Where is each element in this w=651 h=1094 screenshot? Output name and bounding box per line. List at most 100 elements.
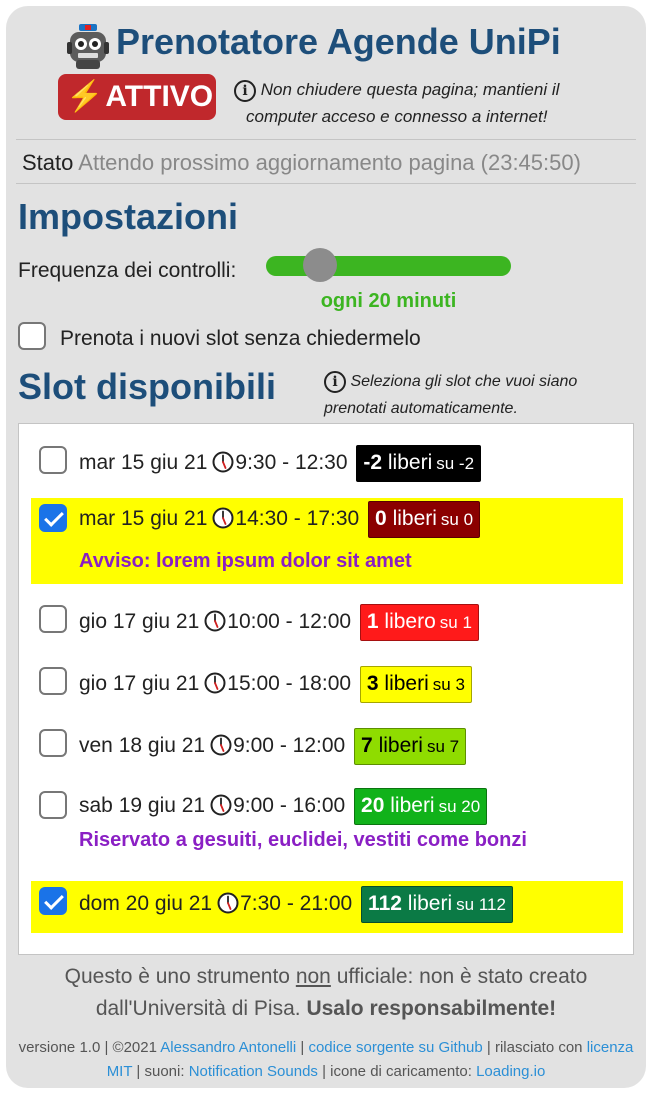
slot-date: mar 15 giu 21 (79, 451, 208, 475)
slot-info: dom 20 giu 21 7:30 - 21:00 112 liberi su 1… (79, 886, 513, 923)
divider (16, 183, 636, 184)
robot-icon (67, 24, 109, 69)
slot-date: ven 18 giu 21 (79, 734, 206, 758)
slot-time: 7:30 - 21:00 (240, 892, 353, 916)
clock-icon (210, 734, 232, 756)
slot-time: 14:30 - 17:30 (235, 507, 360, 531)
auto-book-label: Prenota i nuovi slot senza chiedermelo (60, 327, 421, 350)
frequency-slider[interactable] (266, 248, 511, 282)
status-label: ATTIVO (105, 80, 214, 113)
free-count: 3 (366, 672, 379, 695)
slot-time: 9:30 - 12:30 (235, 451, 348, 475)
warning-line-1: Non chiudere questa pagina; mantieni il (260, 80, 560, 99)
slots-hint-line-1: Seleziona gli slot che vuoi siano (350, 373, 578, 390)
total-count: su 7 (426, 737, 460, 756)
free-word: liberi (384, 672, 429, 695)
slot-info: gio 17 giu 21 10:00 - 12:00 1 libero su 1 (79, 604, 479, 641)
slot-date: mar 15 giu 21 (79, 507, 208, 531)
availability-badge: 20 liberi su 20 (354, 788, 488, 825)
slots-hint-line-2: prenotati automaticamente. (324, 400, 518, 417)
availability-badge: 112 liberi su 112 (361, 886, 513, 923)
free-count: -2 (363, 451, 383, 474)
free-word: liberi (378, 734, 423, 757)
app-header: Prenotatore Agende UniPi (6, 20, 646, 69)
loading-io-link[interactable]: Loading.io (476, 1063, 545, 1080)
slider-thumb[interactable] (302, 248, 337, 282)
slot-checkbox[interactable] (39, 791, 67, 819)
source-code-link[interactable]: codice sorgente su Github (308, 1039, 482, 1056)
free-count: 112 (368, 892, 402, 915)
slot-info: mar 15 giu 21 9:30 - 12:30 -2 liberi su -2 (79, 445, 482, 482)
slot-time: 9:00 - 16:00 (233, 794, 346, 818)
slot-row[interactable]: mar 15 giu 21 9:30 - 12:30 -2 liberi su -2 (31, 440, 623, 484)
auto-book-checkbox[interactable] (18, 322, 46, 350)
slot-time: 9:00 - 12:00 (233, 734, 346, 758)
warning-line-2: computer acceso e connesso a internet! (246, 107, 548, 126)
availability-badge: 1 libero su 1 (359, 604, 479, 641)
frequency-label: Frequenza dei controlli: (18, 259, 237, 282)
clock-icon (212, 507, 234, 529)
disclaimer-emphasis: non (295, 965, 331, 988)
lightning-icon: ⚡ (66, 80, 104, 113)
slot-checkbox[interactable] (39, 605, 67, 633)
footer: versione 1.0 | ©2021 Alessandro Antonell… (16, 1036, 636, 1084)
slot-checkbox[interactable] (39, 504, 67, 532)
availability-badge: 3 liberi su 3 (359, 666, 472, 703)
slot-date: dom 20 giu 21 (79, 892, 213, 916)
footer-version: versione 1.0 | ©2021 (18, 1039, 161, 1056)
clock-icon (204, 610, 226, 632)
slot-note: Riservato a gesuiti, euclidei, vestiti c… (79, 829, 527, 851)
total-count: su 0 (440, 510, 474, 529)
app-title: Prenotatore Agende UniPi (116, 21, 561, 62)
free-word: liberi (390, 794, 435, 817)
availability-badge: -2 liberi su -2 (356, 445, 482, 482)
slots-title: Slot disponibili (18, 366, 276, 407)
slot-row[interactable]: mar 15 giu 21 14:30 - 17:30 0 liberi su 0 A… (31, 498, 623, 584)
free-word: liberi (392, 507, 437, 530)
free-word: liberi (387, 451, 433, 474)
clock-icon (217, 892, 239, 914)
info-icon: i (234, 79, 256, 102)
clock-icon (210, 794, 232, 816)
keep-open-warning: i Non chiudere questa pagina; mantieni i… (234, 76, 594, 130)
slot-time: 15:00 - 18:00 (227, 672, 352, 696)
slot-checkbox[interactable] (39, 729, 67, 757)
slot-checkbox[interactable] (39, 887, 67, 915)
free-count: 1 (366, 610, 379, 633)
slots-hint: i Seleziona gli slot che vuoi siano pren… (324, 368, 634, 422)
sounds-link[interactable]: Notification Sounds (189, 1063, 318, 1080)
slot-info: gio 17 giu 21 15:00 - 18:00 3 liberi su 3 (79, 666, 472, 703)
slot-row[interactable]: gio 17 giu 21 15:00 - 18:00 3 liberi su 3 (31, 661, 623, 705)
slot-info: ven 18 giu 21 9:00 - 12:00 7 liberi su 7 (79, 728, 467, 765)
slot-checkbox[interactable] (39, 446, 67, 474)
footer-text: | suoni: (132, 1063, 189, 1080)
slot-date: sab 19 giu 21 (79, 794, 206, 818)
app-card: Prenotatore Agende UniPi ⚡ATTIVO i Non c… (6, 6, 646, 1088)
free-count: 20 (361, 794, 385, 817)
total-count: su 1 (439, 613, 472, 632)
author-link[interactable]: Alessandro Antonelli (160, 1039, 296, 1056)
total-count: su -2 (436, 454, 475, 473)
free-count: 7 (361, 734, 373, 757)
total-count: su 20 (438, 797, 481, 816)
slot-date: gio 17 giu 21 (79, 672, 200, 696)
free-word: libero (384, 610, 436, 633)
total-count: su 3 (432, 675, 465, 694)
slot-info: sab 19 giu 21 9:00 - 16:00 20 liberi su 20 (79, 788, 488, 825)
slot-date: gio 17 giu 21 (79, 610, 200, 634)
status-row: Stato Attendo prossimo aggiornamento pag… (22, 148, 581, 178)
slot-row[interactable]: ven 18 giu 21 9:00 - 12:00 7 liberi su 7 (31, 723, 623, 767)
free-count: 0 (375, 507, 387, 530)
disclaimer-text: Questo è uno strumento (64, 965, 296, 988)
slot-info: mar 15 giu 21 14:30 - 17:30 0 liberi su 0 (79, 501, 481, 538)
slot-row[interactable]: gio 17 giu 21 10:00 - 12:00 1 libero su 1 (31, 599, 623, 643)
slot-row[interactable]: dom 20 giu 21 7:30 - 21:00 112 liberi su 1… (31, 881, 623, 933)
status-row-label: Stato (22, 150, 74, 175)
slot-note: Avviso: lorem ipsum dolor sit amet (79, 550, 412, 572)
clock-icon (204, 672, 226, 694)
status-row-value: Attendo prossimo aggiornamento pagina (2… (78, 150, 581, 175)
slot-checkbox[interactable] (39, 667, 67, 695)
free-word: liberi (407, 892, 453, 915)
availability-badge: 0 liberi su 0 (368, 501, 481, 538)
slot-row[interactable]: sab 19 giu 21 9:00 - 16:00 20 liberi su 20… (31, 785, 623, 863)
